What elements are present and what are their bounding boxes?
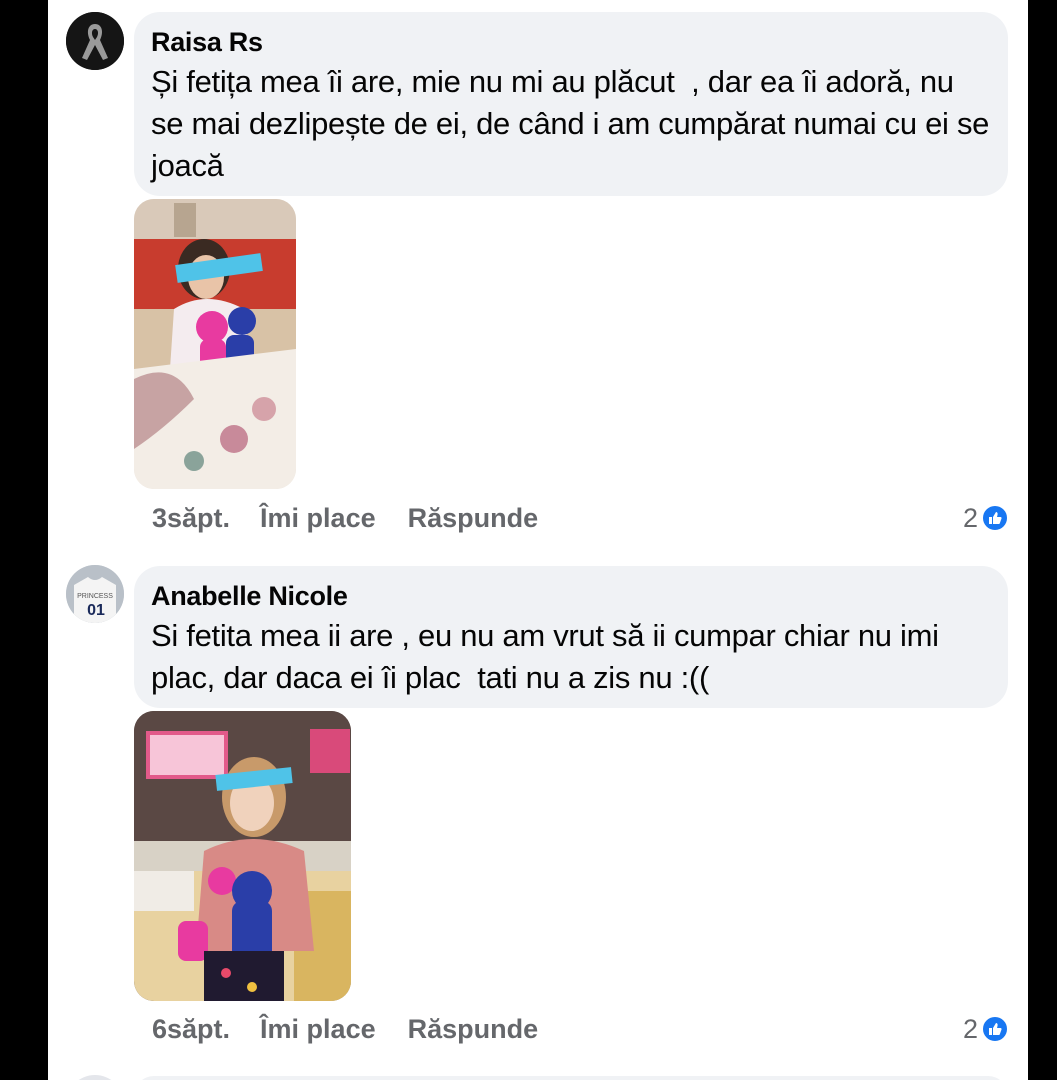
comment-bubble: Raisa Rs Și fetița mea îi are, mie nu mi…: [134, 12, 1008, 196]
avatar[interactable]: [66, 1075, 124, 1080]
like-button[interactable]: Îmi place: [260, 503, 376, 534]
reply-button[interactable]: Răspunde: [408, 503, 539, 534]
like-button[interactable]: Îmi place: [260, 1014, 376, 1045]
reaction-summary[interactable]: 2: [963, 1011, 1009, 1047]
comment-bubble: [134, 1076, 1008, 1080]
avatar[interactable]: [66, 12, 124, 70]
comment-timestamp[interactable]: 3săpt.: [152, 503, 230, 534]
shirt-photo-avatar: PRINCESS 01: [66, 565, 124, 623]
reaction-summary[interactable]: 2: [963, 500, 1009, 536]
svg-text:01: 01: [87, 602, 105, 619]
comment-actions: 6săpt. Îmi place Răspunde: [152, 1011, 538, 1047]
like-thumb-icon: [981, 504, 1009, 532]
comment-photo[interactable]: [134, 199, 296, 489]
comment-bubble: Anabelle Nicole Si fetita mea ii are , e…: [134, 566, 1008, 708]
girl-with-plush-toys-photo: [134, 199, 296, 489]
avatar[interactable]: PRINCESS 01: [66, 565, 124, 623]
comment-timestamp[interactable]: 6săpt.: [152, 1014, 230, 1045]
comment-text: Si fetita mea ii are , eu nu am vrut să …: [151, 618, 948, 695]
comments-screen: Raisa Rs Și fetița mea îi are, mie nu mi…: [48, 0, 1028, 1080]
comment-actions: 3săpt. Îmi place Răspunde: [152, 500, 538, 536]
comment-text: Și fetița mea îi are, mie nu mi au plăcu…: [151, 64, 998, 183]
comment-author[interactable]: Raisa Rs: [151, 26, 990, 58]
comment-author[interactable]: Anabelle Nicole: [151, 580, 990, 612]
like-thumb-icon: [981, 1015, 1009, 1043]
comment-photo[interactable]: [134, 711, 351, 1001]
reaction-count: 2: [962, 502, 978, 533]
reaction-count: 2: [962, 1013, 978, 1044]
reply-button[interactable]: Răspunde: [408, 1014, 539, 1045]
svg-text:PRINCESS: PRINCESS: [77, 593, 113, 600]
girl-with-plush-toys-photo: [134, 711, 351, 1001]
black-ribbon-icon: [66, 12, 124, 70]
